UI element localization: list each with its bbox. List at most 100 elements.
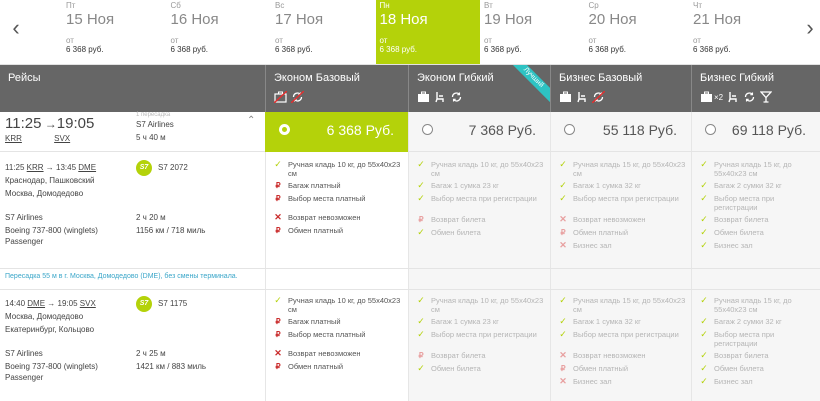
fare-radio[interactable] [279,124,290,135]
check-icon: ✓ [559,193,567,203]
not-available-icon: ✕ [274,212,282,222]
paid-icon: ₽ [275,317,281,326]
fare-feature-text: Ручная кладь 10 кг, до 55x40x23 см [431,296,544,314]
check-icon: ✓ [700,316,708,326]
fare-header-business-flex[interactable]: Бизнес Гибкий ×2 [691,65,820,112]
origin-code[interactable]: DME [27,299,45,308]
fare-feature-text: Ручная кладь 10 кг, до 55x40x23 см [431,160,544,178]
fare-feature-text: Ручная кладь 15 кг, до 55x40x23 см [714,296,792,314]
day-of-week: Ср [588,1,599,10]
no-exchange-icon [592,91,605,103]
fare-header-economy-basic[interactable]: Эконом Базовый [265,65,408,112]
paid-icon: ₽ [560,364,566,373]
fare-header: Рейсы Эконом Базовый Эконом Гибкий Лучши… [0,65,820,112]
check-icon: ✓ [417,363,425,373]
origin-code[interactable]: KRR [5,134,22,143]
arrival-city: Екатеринбург, Кольцово [5,325,95,334]
summary-airline: S7 Airlines [136,120,174,129]
date-tab[interactable]: Сб 16 Ноя от 6 368 руб. [167,0,271,64]
check-icon: ✓ [700,376,708,386]
fare-feature-text: Багаж 1 сумка 23 кг [431,317,499,326]
flights-column-header: Рейсы [0,65,265,112]
price-from-label: от [484,36,492,45]
baggage-count: ×2 [714,92,724,102]
check-icon: ✓ [559,295,567,305]
date-tab[interactable]: Чт 21 Ноя от 6 368 руб. [689,0,793,64]
check-icon: ✓ [700,214,708,224]
date-tab[interactable]: Вс 17 Ноя от 6 368 руб. [271,0,375,64]
exchange-icon [743,91,756,103]
fare-feature-text: Ручная кладь 15 кг, до 55x40x23 см [714,160,792,178]
fare-feature-text: Багаж 2 сумки 32 кг [714,317,782,326]
day-min-price: 6 368 руб. [66,45,104,54]
paid-icon: ₽ [418,351,424,360]
price-option-economy-basic[interactable]: 6 368 Руб. [265,112,408,152]
destination-code[interactable]: SVX [54,134,70,143]
fare-radio[interactable] [705,124,716,135]
fare-feature-text: Багаж 1 сумка 32 кг [573,317,641,326]
fare-feature-text: Ручная кладь 10 кг, до 55x40x23 см [288,160,401,178]
transfer-note: Пересадка 55 м в г. Москва, Домодедово (… [5,273,238,280]
fare-feature-text: Багаж платный [288,181,341,190]
cabin: Passenger [5,373,44,382]
stops-note: 1 пересадка [136,112,171,118]
chevron-right-icon[interactable]: › [800,14,820,42]
fare-feature-text: Багаж 2 сумки 32 кг [714,181,782,190]
fare-feature-text: Выбор места при регистрации [714,330,775,348]
fare-feature-text: Выбор места платный [288,194,366,203]
fare-feature-text: Багаж 1 сумка 32 кг [573,181,641,190]
not-available-icon: ✕ [559,240,567,250]
paid-icon: ₽ [418,215,424,224]
origin-code[interactable]: KRR [27,163,44,172]
check-icon: ✓ [417,193,425,203]
no-baggage-icon [274,91,287,103]
price-option-business-flex[interactable]: 69 118 Руб. [691,112,820,152]
day-min-price: 6 368 руб. [588,45,627,54]
fare-feature-text: Возврат невозможен [288,349,361,358]
aircraft: Boeing 737-800 (winglets) [5,226,98,235]
s7-logo-icon: S7 [136,296,152,312]
not-available-icon: ✕ [274,348,282,358]
paid-icon: ₽ [275,330,281,339]
fare-feature-text: Возврат билета [431,351,486,360]
date-tab[interactable]: Пн 18 Ноя от 6 368 руб. [375,0,480,64]
segment-1-info: 11:25 KRR → 13:45 DME Краснодар, Пашковс… [5,160,260,260]
seat-icon [576,91,588,103]
paid-icon: ₽ [275,194,281,203]
check-icon: ✓ [700,350,708,360]
date-tab[interactable]: Ср 20 Ноя от 6 368 руб. [585,0,689,64]
price-from-label: от [275,36,283,45]
fare-feature-text: Обмен платный [573,364,629,373]
check-icon: ✓ [700,193,708,203]
destination-code[interactable]: DME [78,163,96,172]
price-option-business-basic[interactable]: 55 118 Руб. [550,112,691,152]
day-date: 18 Ноя [379,11,428,28]
fare-name: Эконом Базовый [274,72,360,84]
chevron-left-icon[interactable]: ‹ [6,14,26,42]
fare-price: 6 368 Руб. [326,122,394,138]
fare-header-business-basic[interactable]: Бизнес Базовый [550,65,691,112]
fare-feature-text: Ручная кладь 15 кг, до 55x40x23 см [573,160,686,178]
fare-header-economy-flex[interactable]: Эконом Гибкий Лучший [408,65,550,112]
chevron-up-icon[interactable]: ⌃ [247,115,255,126]
price-from-label: от [379,36,388,45]
route-arrow-icon: → [41,117,57,131]
date-tab[interactable]: Пт 15 Ноя от 6 368 руб. [62,0,166,64]
destination-code[interactable]: SVX [80,299,96,308]
seat-icon [727,91,739,103]
price-from-label: от [170,36,179,45]
price-option-economy-flex[interactable]: 7 368 Руб. [408,112,550,152]
fare-radio[interactable] [564,124,575,135]
fare-radio[interactable] [422,124,433,135]
day-of-week: Пт [66,1,76,10]
date-tab[interactable]: Вт 19 Ноя от 6 368 руб. [480,0,584,64]
flights-label: Рейсы [8,72,41,84]
fare-feature-text: Ручная кладь 15 кг, до 55x40x23 см [573,296,686,314]
paid-icon: ₽ [275,181,281,190]
fare-feature-text: Бизнес зал [573,241,612,250]
departure-time: 11:25 [5,115,42,132]
no-exchange-icon [291,91,304,103]
check-icon: ✓ [417,329,425,339]
check-icon: ✓ [559,180,567,190]
fare-feature-text: Возврат невозможен [288,213,361,222]
